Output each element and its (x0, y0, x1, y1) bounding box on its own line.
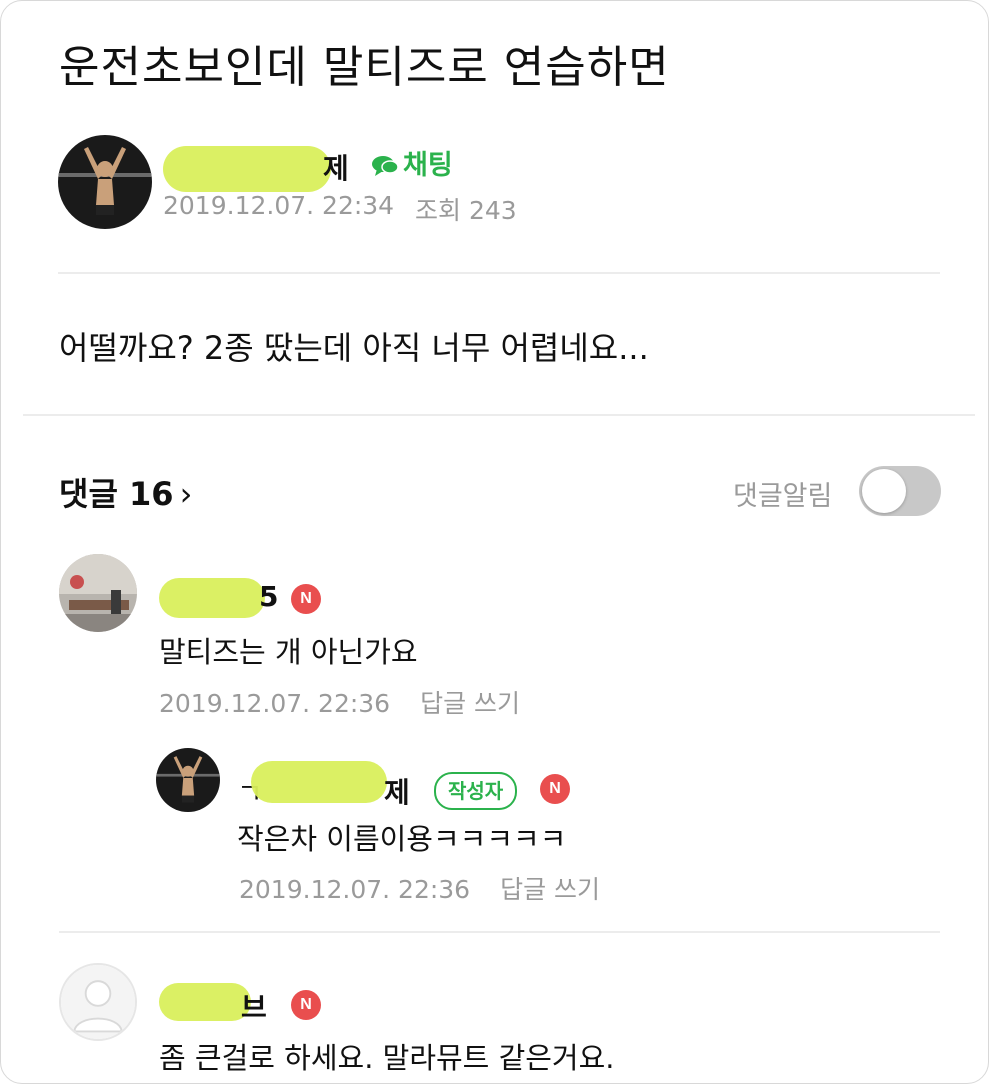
new-badge: N (291, 584, 321, 614)
redacted-commenter-name (159, 983, 251, 1021)
reply-date: 2019.12.07. 22:36 (239, 875, 471, 904)
author-avatar[interactable] (58, 135, 152, 229)
comment-alarm-toggle[interactable] (859, 466, 941, 516)
comment-alarm-label: 댓글알림 (733, 481, 833, 512)
new-badge: N (291, 990, 321, 1020)
toggle-knob (862, 469, 906, 513)
default-avatar-icon[interactable] (59, 963, 137, 1041)
post-date: 2019.12.07. 22:34 (163, 191, 395, 220)
reply-button[interactable]: 답글 쓰기 (500, 875, 600, 904)
reply-button[interactable]: 답글 쓰기 (420, 689, 520, 718)
redacted-commenter-name (159, 578, 265, 618)
divider (23, 414, 975, 416)
redacted-author-name (163, 146, 331, 192)
chat-label: 채팅 (403, 150, 453, 181)
chat-button[interactable]: 채팅 (371, 143, 453, 182)
divider (58, 272, 940, 274)
chevron-right-icon: › (179, 475, 193, 513)
comment-meta: 2019.12.07. 22:36 답글 쓰기 (159, 684, 520, 720)
author-name-suffix[interactable]: 제 (323, 147, 349, 187)
reply-meta: 2019.12.07. 22:36 답글 쓰기 (239, 870, 600, 906)
reply-text: 작은차 이름이용ㅋㅋㅋㅋㅋ (237, 822, 567, 856)
comments-count-label: 댓글 16 (59, 475, 174, 513)
comment-text: 말티즈는 개 아닌가요 (159, 635, 418, 669)
author-badge: 작성자 (434, 772, 518, 810)
comment-text: 좀 큰걸로 하세요. 말라뮤트 같은거요. (159, 1041, 615, 1075)
new-badge: N (540, 774, 570, 804)
chat-bubble-icon (372, 156, 399, 176)
redacted-reply-name (251, 761, 387, 803)
comments-count-link[interactable]: 댓글 16 › (59, 469, 192, 515)
commenter-name-suffix[interactable]: 5 (259, 580, 278, 613)
post-body: 어떨까요? 2종 땄는데 아직 너무 어렵네요... (59, 329, 649, 367)
comment-date: 2019.12.07. 22:36 (159, 689, 391, 718)
divider (59, 931, 940, 933)
post-screen: 운전초보인데 말티즈로 연습하면 제 채팅 2019.12.07. 22:34 … (0, 0, 989, 1084)
commenter-avatar[interactable] (59, 554, 137, 632)
post-title: 운전초보인데 말티즈로 연습하면 (59, 42, 670, 93)
reply-author-avatar[interactable] (156, 748, 220, 812)
reply-name-suffix[interactable]: 제 (384, 771, 410, 811)
post-views: 조회 243 (415, 196, 517, 225)
commenter-name-suffix[interactable]: 브 (241, 986, 267, 1026)
